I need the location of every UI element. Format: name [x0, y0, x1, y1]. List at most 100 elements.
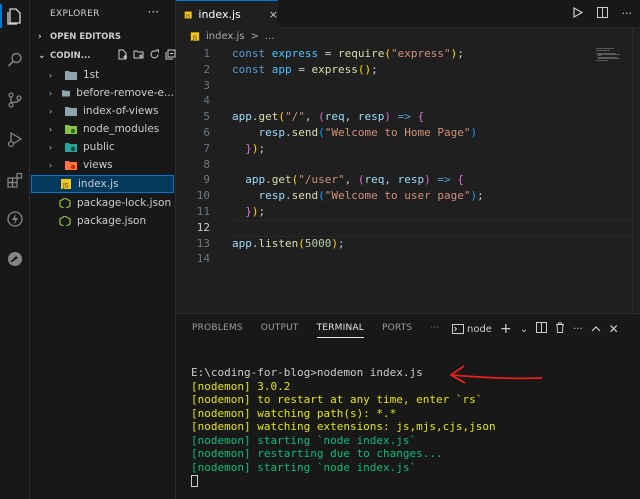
tab-problems[interactable]: PROBLEMS — [192, 323, 243, 338]
terminal-line: [nodemon] starting `node index.js` — [191, 433, 417, 447]
workspace-folder-section[interactable]: ⌄ CODIN... — [38, 51, 90, 61]
tree-item-label: index.js — [78, 178, 119, 190]
code-text: const app = express(); — [232, 62, 378, 78]
code-text: }); — [232, 204, 265, 220]
code-line[interactable]: 8 — [176, 157, 640, 173]
chevron-up-icon[interactable] — [591, 324, 601, 335]
code-token: . — [285, 189, 292, 203]
terminal-shell-selector[interactable]: node — [452, 324, 492, 335]
tree-item-folder[interactable]: › before-remove-e... — [31, 84, 174, 102]
code-token: const — [232, 62, 272, 76]
editor-tab-bar: JS index.js × ··· — [176, 0, 640, 28]
code-token: resp — [258, 125, 286, 139]
split-editor-icon[interactable] — [596, 7, 608, 21]
editor-area: JS index.js × ··· JS index.js > ... 1 con… — [176, 0, 640, 313]
source-control-icon[interactable] — [3, 88, 27, 112]
close-icon[interactable]: ✕ — [609, 322, 619, 336]
code-token: . — [251, 110, 259, 124]
code-token: ; — [338, 236, 345, 250]
tree-item-label: node_modules — [83, 123, 160, 135]
line-number: 10 — [196, 189, 210, 203]
activity-bar — [0, 0, 30, 499]
tab-terminal[interactable]: TERMINAL — [316, 323, 364, 338]
run-debug-icon[interactable] — [3, 127, 27, 151]
code-text: }); — [232, 141, 265, 157]
panel-tabs: PROBLEMS OUTPUT TERMINAL PORTS ··· — [192, 323, 440, 338]
refresh-icon[interactable] — [148, 48, 160, 60]
code-line[interactable]: 5 app.get("/", (req, resp) => { — [176, 109, 640, 125]
code-token: . — [285, 125, 292, 139]
terminal-line: [nodemon] restarting due to changes... — [191, 447, 443, 460]
terminal-prompt-line[interactable] — [191, 474, 496, 488]
code-line[interactable]: 14 — [176, 251, 640, 267]
tab-output[interactable]: OUTPUT — [261, 323, 299, 338]
code-token: app — [271, 62, 292, 76]
split-terminal-icon[interactable] — [536, 322, 548, 336]
tree-item-folder[interactable]: › public — [31, 138, 174, 156]
code-line[interactable]: 12 — [176, 219, 640, 237]
tree-item-folder[interactable]: › index-of-views — [31, 102, 174, 120]
tree-item-folder[interactable]: › 1st — [31, 66, 174, 84]
tree-item-folder[interactable]: › views — [31, 156, 174, 174]
svg-text:JS: JS — [62, 183, 69, 190]
chevron-down-icon[interactable]: ⌄ — [520, 324, 528, 335]
tree-item-file[interactable]: package-lock.json — [31, 194, 174, 212]
line-number: 1 — [203, 47, 210, 60]
code-line[interactable]: 1 const express = require("express"); — [176, 46, 640, 62]
code-line[interactable]: 3 — [176, 78, 640, 94]
code-token: => — [437, 173, 451, 187]
code-token: ( — [318, 189, 325, 203]
remote-explorer-icon[interactable] — [3, 247, 27, 271]
tree-item-file-selected[interactable]: JS index.js — [31, 175, 174, 193]
code-token: ) — [331, 236, 338, 250]
new-file-icon[interactable] — [116, 48, 128, 60]
breadcrumb-more[interactable]: ... — [265, 31, 275, 42]
tree-item-file[interactable]: package.json — [31, 212, 174, 230]
chevron-right-icon: › — [49, 160, 53, 170]
minimap[interactable] — [596, 48, 626, 62]
breadcrumb-file[interactable]: index.js — [206, 31, 245, 42]
explorer-icon[interactable] — [0, 4, 27, 28]
tree-item-folder[interactable]: › node_modules — [31, 120, 174, 138]
code-token: app — [232, 236, 252, 250]
code-token: express — [311, 62, 358, 76]
code-line[interactable]: 4 — [176, 93, 640, 109]
code-line[interactable]: 2 const app = express(); — [176, 62, 640, 78]
tab-ports[interactable]: PORTS — [382, 323, 412, 338]
code-token: resp — [357, 110, 385, 124]
search-icon[interactable] — [3, 48, 27, 72]
javascript-file-icon: JS — [190, 32, 200, 41]
panel-more-icon[interactable]: ··· — [430, 323, 439, 338]
extensions-icon[interactable] — [3, 168, 27, 192]
thunder-client-icon[interactable] — [3, 207, 27, 231]
trash-icon[interactable] — [555, 322, 565, 336]
more-actions-icon[interactable]: ··· — [622, 7, 633, 21]
code-line[interactable]: 10 resp.send("Welcome to user page"); — [176, 188, 640, 204]
editor-scrollbar[interactable] — [632, 28, 640, 313]
more-actions-icon[interactable]: ··· — [573, 324, 583, 335]
collapse-all-icon[interactable] — [164, 48, 176, 60]
close-icon[interactable]: × — [269, 8, 278, 21]
new-folder-icon[interactable] — [132, 48, 144, 60]
explorer-more-icon[interactable]: ··· — [148, 5, 159, 19]
line-number: 3 — [203, 78, 210, 92]
code-line[interactable]: 13 app.listen(5000); — [176, 236, 640, 252]
add-terminal-icon[interactable]: + — [500, 321, 512, 337]
code-line[interactable]: 7 }); — [176, 141, 640, 157]
code-text: app.get("/user", (req, resp) => { — [232, 172, 464, 188]
code-editor[interactable]: 1 const express = require("express"); 2 con… — [176, 46, 640, 267]
code-token: ) — [251, 204, 259, 218]
explorer-toolbar — [116, 48, 176, 60]
line-number: 6 — [203, 125, 210, 139]
code-line[interactable]: 9 app.get("/user", (req, resp) => { — [176, 172, 640, 188]
code-token: ; — [457, 47, 464, 60]
code-line[interactable]: 6 resp.send("Welcome to Home Page") — [176, 125, 640, 141]
bottom-panel: PROBLEMS OUTPUT TERMINAL PORTS ··· node … — [176, 313, 640, 499]
tab-index-js[interactable]: JS index.js × — [176, 0, 278, 28]
code-token: { — [417, 110, 425, 124]
run-icon[interactable] — [572, 6, 583, 21]
terminal-output[interactable]: E:\coding-for-blog>nodemon index.js [node… — [191, 366, 496, 488]
open-editors-section[interactable]: › OPEN EDITORS — [38, 32, 121, 42]
code-line[interactable]: 11 }); — [176, 204, 640, 220]
